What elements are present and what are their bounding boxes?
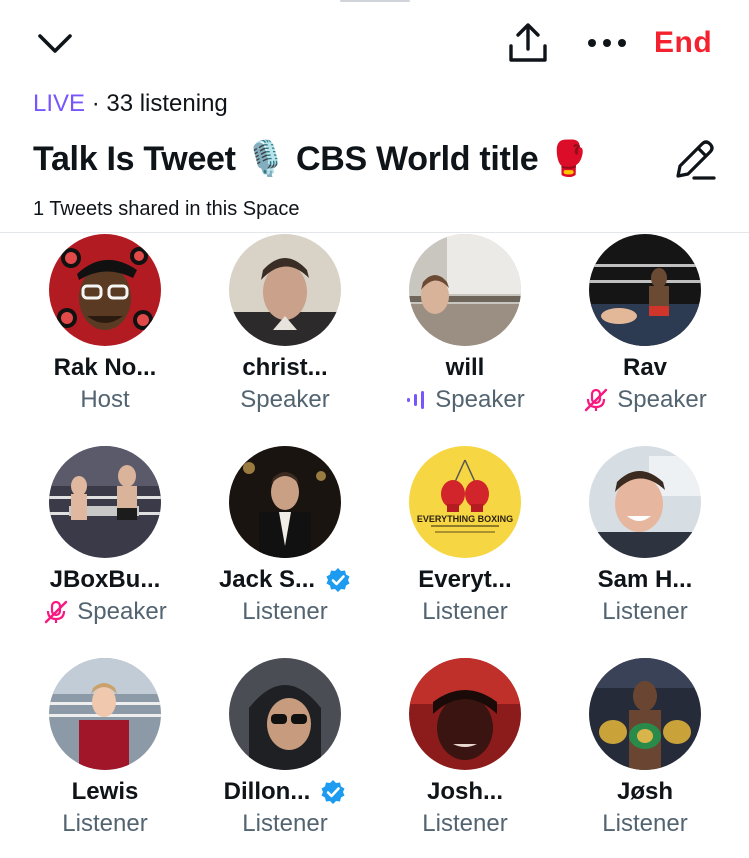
participant-role-row: Listener [375,808,555,840]
divider [0,232,749,233]
participant-role: Speaker [435,386,525,413]
participant-role-row: Speaker [15,596,195,628]
space-title-row: Talk Is Tweet 🎙️ CBS World title 🥊 [33,136,683,182]
participant-role: Listener [62,810,148,837]
participant-name: Everyt... [418,566,512,593]
participant-name: Rak No... [53,354,157,381]
participant-role-row: Listener [555,596,735,628]
avatar[interactable] [589,658,701,770]
avatar[interactable]: EVERYTHING BOXING [409,446,521,558]
share-button[interactable] [503,18,553,68]
separator: · [85,90,107,117]
participant-name-row: Lewis [15,776,195,808]
participant-name-row: Jack S... [195,564,375,596]
participant-name: Dillon... [223,778,311,805]
participant-name-row: Everyt... [375,564,555,596]
participant-name-row: Dillon... [195,776,375,808]
live-status: LIVE · 33 listening [33,90,228,118]
participant-role: Listener [422,810,508,837]
chevron-down-icon [38,34,72,53]
participant-name-row: will [375,352,555,384]
shared-tweets-count[interactable]: 1 Tweets shared in this Space [33,198,299,221]
avatar[interactable] [589,234,701,346]
edit-title-button[interactable] [672,136,718,182]
avatar[interactable] [49,446,161,558]
top-bar: End [0,0,749,88]
participant-role: Listener [422,598,508,625]
participant-role: Speaker [617,386,707,413]
participant-role-row: Listener [555,808,735,840]
participant-name-row: Jøsh [555,776,735,808]
verified-badge-icon [326,568,350,592]
participant-role-row: Listener [195,808,375,840]
avatar[interactable] [229,658,341,770]
participant-role-row: Host [15,384,195,416]
avatar-logo-text: EVERYTHING BOXING [417,514,513,524]
avatar[interactable] [229,234,341,346]
space-sheet: End LIVE · 33 listening Talk Is Tweet 🎙️… [0,0,749,858]
edit-pencil-icon [676,140,716,180]
participant-role-row: Listener [195,596,375,628]
participant-role: Listener [242,598,328,625]
participant-name-row: JBoxBu... [15,564,195,596]
participant-name-row: Josh... [375,776,555,808]
speaking-bars-icon [407,391,425,409]
participant-name-row: Rak No... [15,352,195,384]
participant-role: Speaker [240,386,330,413]
participant-name: Josh... [426,778,504,805]
participant-role: Speaker [77,598,167,625]
participant-role-row: Listener [15,808,195,840]
verified-badge-icon [321,780,345,804]
mic-muted-icon [585,388,608,412]
avatar[interactable] [49,658,161,770]
participant-name: Sam H... [597,566,693,593]
participant-role: Host [80,386,130,413]
collapse-button[interactable] [30,22,80,66]
more-button[interactable] [582,20,632,66]
participant-name: Lewis [71,778,139,805]
participant-name-row: Rav [555,352,735,384]
participant-role-row: Speaker [375,384,555,416]
participant-name: christ... [242,354,328,381]
participant-name: Rav [622,354,668,381]
participant-name-row: Sam H... [555,564,735,596]
participant-name-row: christ... [195,352,375,384]
avatar[interactable] [409,658,521,770]
participant-role-row: Listener [375,596,555,628]
listening-count: 33 listening [106,90,228,117]
more-dots-icon [588,39,626,47]
participant-name: Jøsh [616,778,673,805]
participant-name: Jack S... [218,566,316,593]
avatar[interactable] [589,446,701,558]
space-title: Talk Is Tweet 🎙️ CBS World title 🥊 [33,140,590,178]
mic-muted-icon [45,600,68,624]
participant-role-row: Speaker [555,384,735,416]
avatar[interactable] [229,446,341,558]
avatar[interactable] [49,234,161,346]
avatar[interactable] [409,234,521,346]
end-space-button[interactable]: End [654,26,712,66]
participant-role-row: Speaker [195,384,375,416]
share-icon [509,23,547,62]
participant-name: JBoxBu... [49,566,161,593]
participant-name: will [445,354,485,381]
participant-role: Listener [602,810,688,837]
live-label: LIVE [33,90,86,117]
participant-role: Listener [242,810,328,837]
participant-role: Listener [602,598,688,625]
